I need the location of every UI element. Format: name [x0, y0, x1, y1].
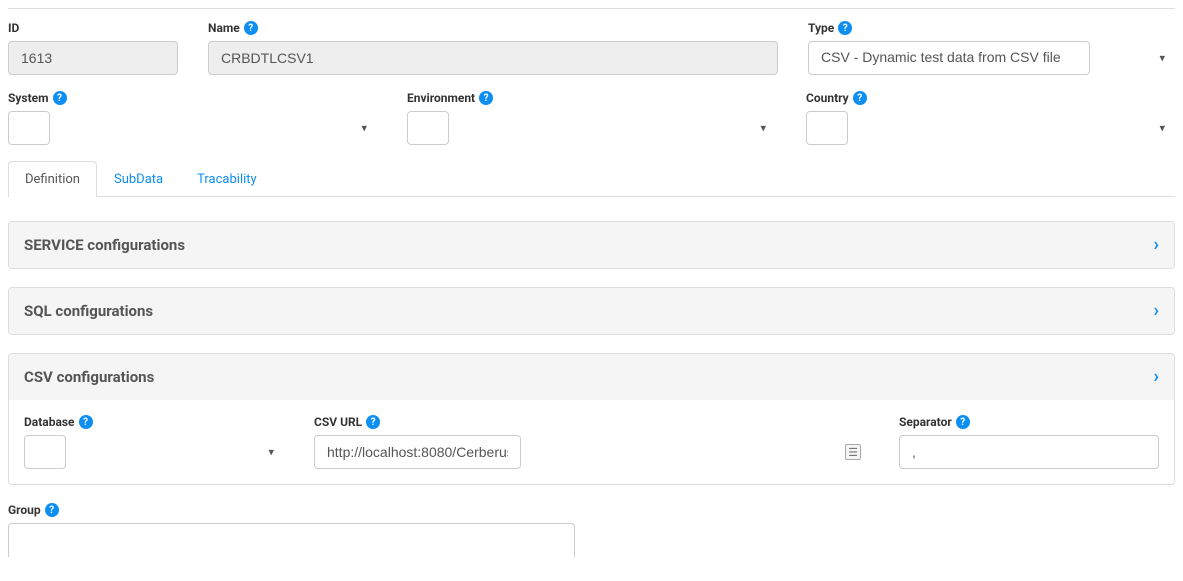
panel-service-heading[interactable]: SERVICE configurations ›	[9, 222, 1174, 268]
name-input	[208, 41, 778, 75]
help-icon[interactable]: ?	[45, 503, 59, 517]
name-label-text: Name	[208, 21, 240, 35]
panel-csv-body: Database ? CSV URL ? ☰	[9, 400, 1174, 484]
database-label-text: Database	[24, 415, 75, 429]
id-input	[8, 41, 178, 75]
csvurl-label: CSV URL ?	[314, 415, 869, 429]
help-icon[interactable]: ?	[366, 415, 380, 429]
panel-csv-heading[interactable]: CSV configurations ›	[9, 354, 1174, 400]
csvurl-label-text: CSV URL	[314, 415, 362, 429]
system-select[interactable]	[8, 111, 50, 145]
system-label: System ?	[8, 91, 377, 105]
group-label: Group ?	[8, 503, 575, 517]
panel-sql-heading[interactable]: SQL configurations ›	[9, 288, 1174, 334]
separator-group: Separator ?	[899, 415, 1159, 469]
help-icon[interactable]: ?	[956, 415, 970, 429]
group-group: Group ?	[8, 503, 575, 557]
autofill-icon[interactable]: ☰	[845, 444, 861, 460]
chevron-right-icon: ›	[1154, 234, 1159, 255]
help-icon[interactable]: ?	[838, 21, 852, 35]
help-icon[interactable]: ?	[479, 91, 493, 105]
panel-csv: CSV configurations › Database ? CSV URL …	[8, 353, 1175, 485]
environment-select[interactable]	[407, 111, 449, 145]
separator-label-text: Separator	[899, 415, 952, 429]
tab-bar: Definition SubData Tracability	[8, 161, 1175, 197]
database-label: Database ?	[24, 415, 284, 429]
csvurl-group: CSV URL ? ☰	[314, 415, 869, 469]
panel-service: SERVICE configurations ›	[8, 221, 1175, 269]
form-row-1: ID Name ? Type ? CSV - Dynamic test data…	[8, 21, 1175, 75]
system-group: System ?	[8, 91, 377, 145]
csvurl-input[interactable]	[314, 435, 521, 469]
name-group: Name ?	[208, 21, 778, 75]
chevron-right-icon: ›	[1154, 300, 1159, 321]
tab-subdata[interactable]: SubData	[97, 161, 180, 197]
panel-service-title: SERVICE configurations	[24, 236, 185, 254]
separator-label: Separator ?	[899, 415, 1159, 429]
separator-input[interactable]	[899, 435, 1159, 469]
chevron-right-icon: ›	[1154, 366, 1159, 387]
panel-csv-title: CSV configurations	[24, 368, 154, 386]
type-group: Type ? CSV - Dynamic test data from CSV …	[808, 21, 1175, 75]
id-label: ID	[8, 21, 178, 35]
form-row-2: System ? Environment ? Country ?	[8, 91, 1175, 145]
id-group: ID	[8, 21, 178, 75]
type-label-text: Type	[808, 21, 834, 35]
tab-definition[interactable]: Definition	[8, 161, 97, 197]
help-icon[interactable]: ?	[53, 91, 67, 105]
country-label-text: Country	[806, 91, 849, 105]
panel-sql-title: SQL configurations	[24, 302, 153, 320]
database-group: Database ?	[24, 415, 284, 469]
help-icon[interactable]: ?	[79, 415, 93, 429]
type-label: Type ?	[808, 21, 1175, 35]
environment-group: Environment ?	[407, 91, 776, 145]
country-label: Country ?	[806, 91, 1175, 105]
help-icon[interactable]: ?	[244, 21, 258, 35]
id-label-text: ID	[8, 21, 19, 35]
group-label-text: Group	[8, 503, 41, 517]
help-icon[interactable]: ?	[853, 91, 867, 105]
system-label-text: System	[8, 91, 49, 105]
database-select[interactable]	[24, 435, 66, 469]
environment-label: Environment ?	[407, 91, 776, 105]
country-select[interactable]	[806, 111, 848, 145]
tab-tracability[interactable]: Tracability	[180, 161, 274, 197]
name-label: Name ?	[208, 21, 778, 35]
environment-label-text: Environment	[407, 91, 475, 105]
form-row-group: Group ?	[8, 503, 1175, 557]
group-input[interactable]	[8, 523, 575, 557]
panel-sql: SQL configurations ›	[8, 287, 1175, 335]
country-group: Country ?	[806, 91, 1175, 145]
type-select[interactable]: CSV - Dynamic test data from CSV file	[808, 41, 1090, 75]
